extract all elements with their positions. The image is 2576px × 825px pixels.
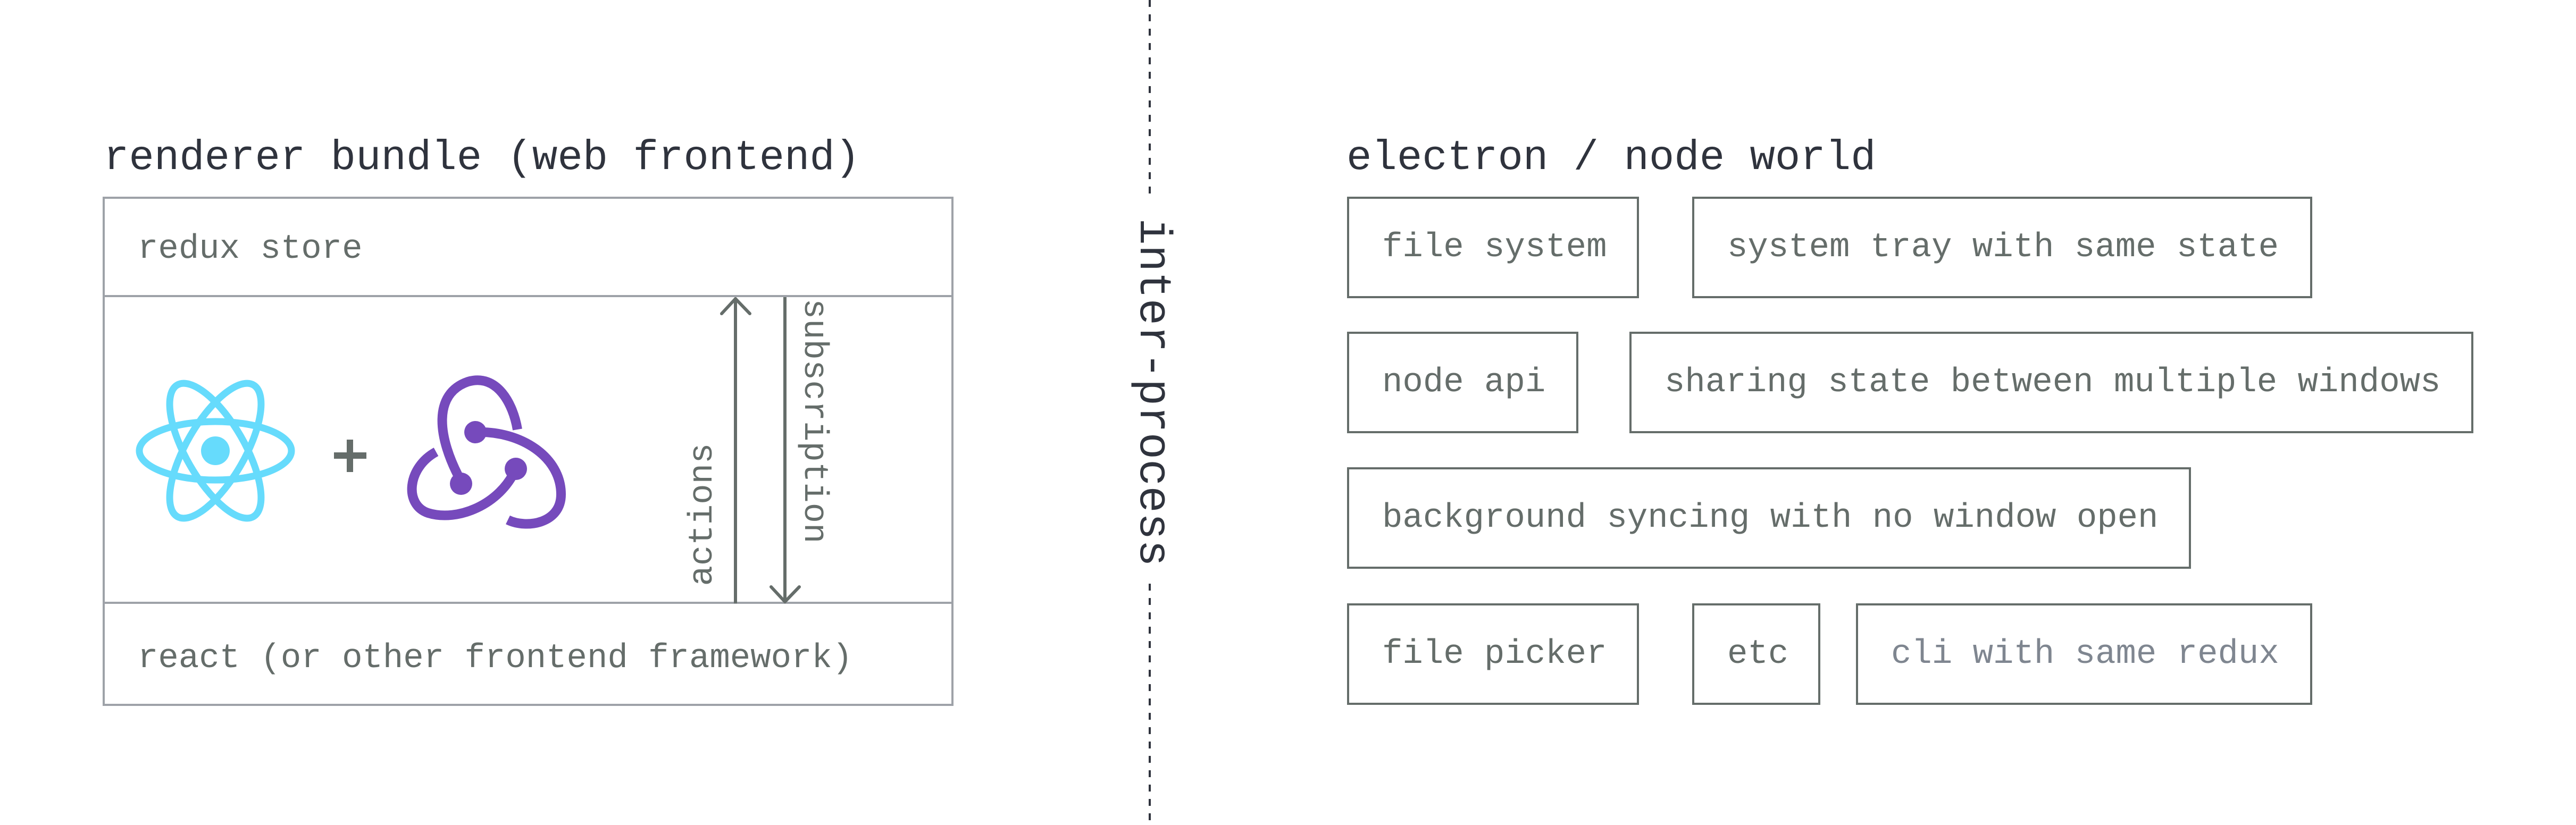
actions-arrow — [720, 297, 751, 603]
capability-box-file-picker: file picker — [1347, 603, 1639, 705]
process-separator-bottom — [1149, 584, 1151, 825]
subscription-label: subscription — [794, 298, 833, 544]
capability-box-cli: cli with same redux — [1856, 603, 2312, 705]
frontend-framework-label: react (or other frontend framework) — [138, 639, 853, 678]
capability-box-etc: etc — [1692, 603, 1820, 705]
capability-box-system-tray: system tray with same state — [1692, 197, 2312, 298]
store-divider — [103, 295, 954, 297]
capability-box-node-api: node api — [1347, 332, 1578, 433]
renderer-title: renderer bundle (web frontend) — [104, 134, 860, 182]
capability-box-sharing-state: sharing state between multiple windows — [1629, 332, 2473, 433]
node-world-title: electron / node world — [1346, 134, 1876, 182]
actions-label: actions — [684, 443, 722, 586]
react-logo-icon — [136, 380, 295, 522]
plus-sign — [334, 440, 366, 472]
capability-box-file-system: file system — [1347, 197, 1639, 298]
framework-divider — [103, 602, 954, 604]
capability-box-background-syncing: background syncing with no window open — [1347, 467, 2191, 569]
inter-process-label: inter-process — [1127, 218, 1177, 567]
redux-logo-icon — [407, 375, 566, 529]
process-separator-top — [1149, 0, 1151, 201]
redux-store-label: redux store — [138, 230, 363, 268]
